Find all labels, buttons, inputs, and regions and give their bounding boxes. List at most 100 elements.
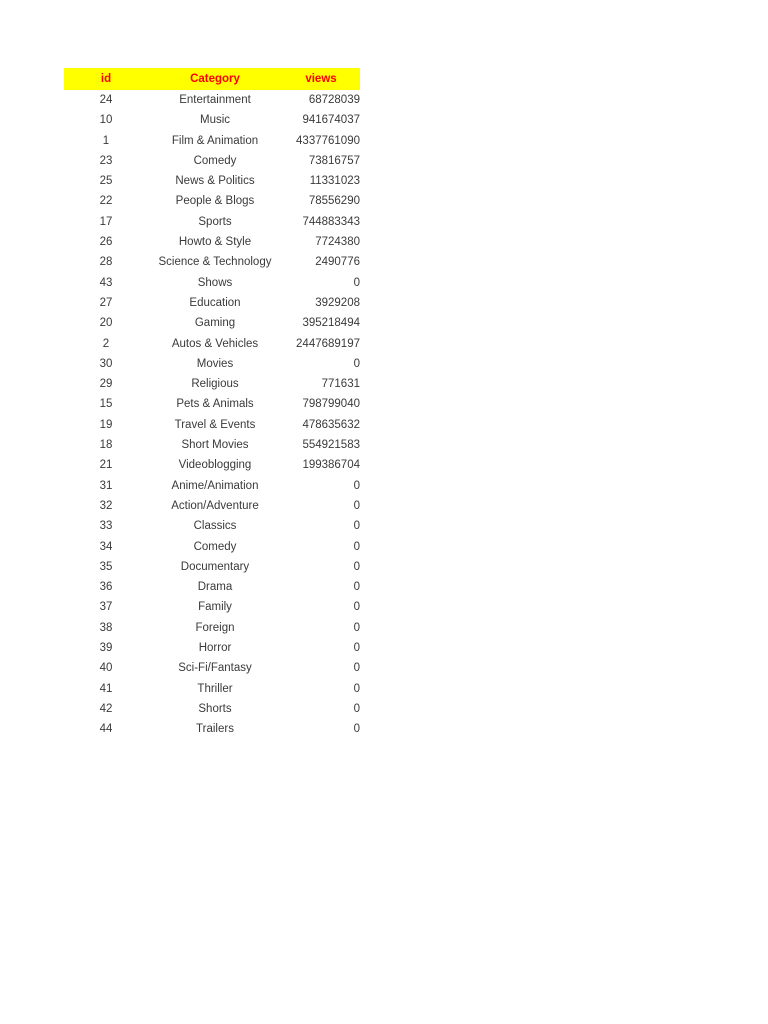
cell-id: 18 — [99, 439, 113, 452]
cell-views: 0 — [353, 682, 360, 695]
cell-views: 395218494 — [302, 317, 360, 330]
cell-views: 11331023 — [309, 175, 360, 188]
cell-id: 38 — [99, 621, 113, 634]
cell-id: 28 — [99, 256, 113, 269]
cell-category: Travel & Events — [174, 418, 256, 431]
cell-views: 68728039 — [308, 94, 360, 106]
cell-category: Sci-Fi/Fantasy — [178, 662, 252, 675]
cell-id: 43 — [99, 276, 113, 289]
table-row: 23 Comedy 73816757 — [64, 151, 360, 171]
cell-category: Religious — [191, 378, 239, 391]
cell-views: 798799040 — [302, 398, 360, 411]
cell-id: 2 — [102, 337, 110, 350]
cell-id: 20 — [99, 317, 113, 330]
cell-id: 33 — [99, 520, 113, 533]
table-row: 27 Education 3929208 — [64, 293, 360, 313]
cell-id: 31 — [99, 479, 113, 492]
cell-id: 30 — [99, 357, 113, 370]
cell-category: Horror — [198, 642, 232, 655]
cell-category: Howto & Style — [178, 236, 252, 249]
column-header-category[interactable]: Category — [148, 68, 282, 90]
cell-views: 0 — [353, 723, 360, 736]
cell-id: 42 — [99, 702, 113, 715]
table-row: 41 Thriller 0 — [64, 679, 360, 699]
cell-category: Short Movies — [181, 439, 249, 452]
cell-category: Comedy — [193, 154, 237, 167]
cell-views: 0 — [353, 702, 360, 715]
table-row: 24 Entertainment 68728039 — [64, 90, 360, 110]
cell-category: Sports — [198, 215, 232, 228]
cell-id: 41 — [99, 682, 113, 695]
cell-id: 1 — [102, 134, 110, 147]
cell-views: 0 — [353, 520, 360, 533]
cell-id: 10 — [99, 114, 113, 127]
cell-id: 34 — [99, 540, 113, 553]
cell-category: Documentary — [180, 560, 250, 573]
table-row: 26 Howto & Style 7724380 — [64, 232, 360, 252]
table-row: 39 Horror 0 — [64, 638, 360, 658]
table-row: 30 Movies 0 — [64, 354, 360, 374]
cell-views: 0 — [353, 276, 360, 289]
cell-views: 554921583 — [302, 439, 360, 452]
cell-views: 199386704 — [302, 459, 360, 472]
cell-category: Classics — [193, 520, 237, 533]
cell-views: 78556290 — [308, 195, 360, 208]
table-row: 22 People & Blogs 78556290 — [64, 191, 360, 211]
table-row: 43 Shows 0 — [64, 273, 360, 293]
table-row: 29 Religious 771631 — [64, 374, 360, 394]
table-row: 32 Action/Adventure 0 — [64, 496, 360, 516]
cell-id: 24 — [99, 94, 113, 106]
cell-id: 44 — [99, 723, 113, 736]
cell-category: News & Politics — [175, 175, 255, 188]
cell-category: Trailers — [196, 723, 234, 736]
table-row: 36 Drama 0 — [64, 577, 360, 597]
table-row: 34 Comedy 0 — [64, 537, 360, 557]
cell-views: 0 — [353, 499, 360, 512]
cell-views: 941674037 — [302, 114, 360, 127]
cell-views: 744883343 — [302, 215, 360, 228]
cell-views: 4337761090 — [296, 134, 360, 147]
cell-category: Foreign — [195, 621, 235, 634]
cell-category: Shorts — [198, 702, 232, 715]
table-header: id Category views — [64, 68, 360, 90]
cell-id: 39 — [99, 642, 113, 655]
cell-category: Music — [199, 114, 231, 127]
cell-views: 2447689197 — [296, 337, 360, 350]
column-header-views[interactable]: views — [282, 68, 360, 90]
cell-views: 0 — [353, 540, 360, 553]
cell-category: Comedy — [193, 540, 237, 553]
table-row: 37 Family 0 — [64, 597, 360, 617]
cell-category: Pets & Animals — [176, 398, 254, 411]
table-row: 21 Videoblogging 199386704 — [64, 455, 360, 475]
cell-views: 478635632 — [302, 418, 360, 431]
table-row: 20 Gaming 395218494 — [64, 313, 360, 333]
table-body: 24 Entertainment 68728039 10 Music 941674037 1… — [64, 90, 360, 740]
cell-category: Film & Animation — [171, 134, 259, 147]
table-header-row: id Category views — [64, 68, 360, 90]
table-row: 33 Classics 0 — [64, 516, 360, 536]
category-views-table: id Category views 24 Entertainment 6872803… — [64, 68, 360, 740]
cell-views: 0 — [353, 601, 360, 614]
cell-id: 29 — [99, 378, 113, 391]
cell-views: 3929208 — [315, 296, 360, 309]
cell-category: Movies — [196, 357, 234, 370]
cell-category: Entertainment — [179, 94, 251, 106]
table-row: 17 Sports 744883343 — [64, 212, 360, 232]
cell-category: Drama — [197, 581, 233, 594]
table-row: 28 Science & Technology 2490776 — [64, 252, 360, 272]
cell-category: Family — [198, 601, 232, 614]
cell-views: 0 — [353, 642, 360, 655]
table-row: 42 Shorts 0 — [64, 699, 360, 719]
cell-views: 0 — [353, 479, 360, 492]
document-page: id Category views 24 Entertainment 6872803… — [0, 0, 768, 1024]
cell-id: 22 — [99, 195, 113, 208]
cell-category: Gaming — [194, 317, 236, 330]
cell-id: 19 — [99, 418, 113, 431]
table-row: 44 Trailers 0 — [64, 719, 360, 739]
table-row: 2 Autos & Vehicles 2447689197 — [64, 334, 360, 354]
table-row: 31 Anime/Animation 0 — [64, 476, 360, 496]
column-header-id[interactable]: id — [64, 68, 148, 90]
cell-id: 37 — [99, 601, 113, 614]
cell-views: 2490776 — [315, 256, 360, 269]
cell-id: 21 — [99, 459, 113, 472]
